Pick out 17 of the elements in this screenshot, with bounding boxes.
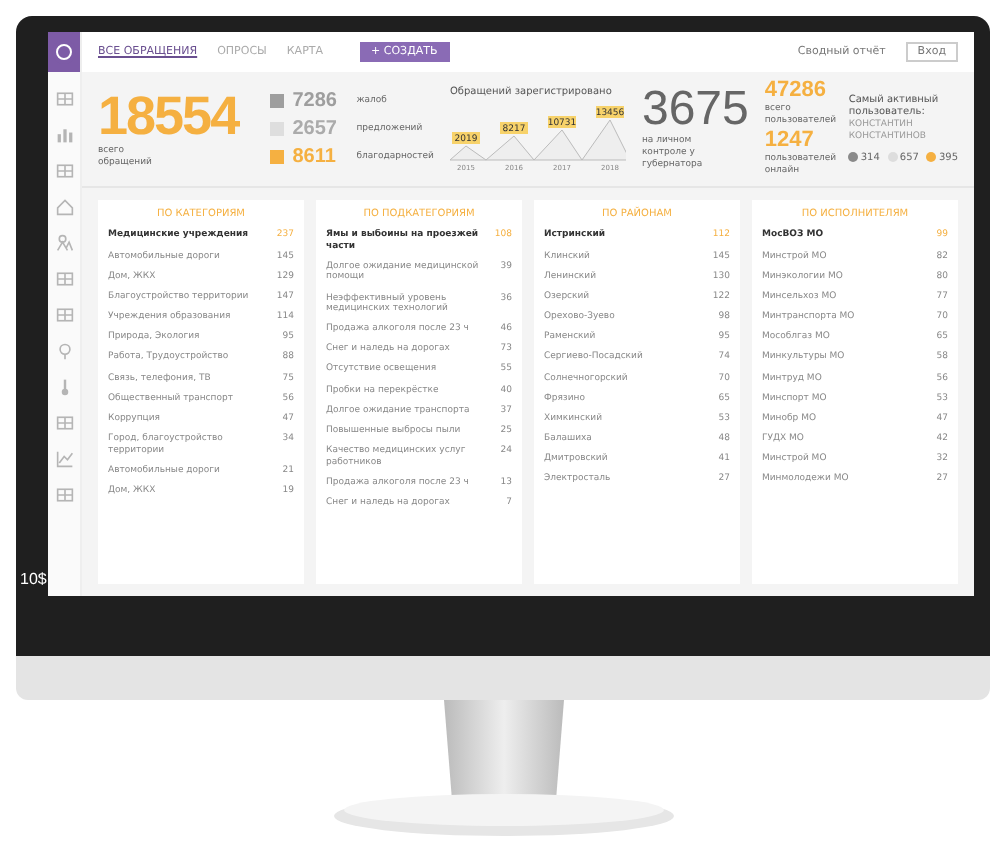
grid-icon[interactable] <box>55 414 73 432</box>
users-count: 47286 <box>764 80 828 103</box>
graph-icon[interactable] <box>55 450 73 468</box>
home-icon[interactable] <box>55 198 73 216</box>
grid-icon[interactable] <box>55 162 73 180</box>
legend-value: 7286 <box>292 90 339 112</box>
legend-value: 8611 <box>292 146 338 168</box>
bar-chart-icon[interactable] <box>55 126 73 144</box>
online-count: 1247 <box>764 130 816 152</box>
logo-icon[interactable] <box>52 40 76 64</box>
control-count: 3675 <box>641 86 749 135</box>
pin-icon[interactable] <box>55 342 73 360</box>
people-icon[interactable] <box>55 234 73 252</box>
legend-value: 2657 <box>292 118 339 140</box>
table-icon[interactable] <box>55 306 73 324</box>
corner-text: 10$ <box>20 570 47 588</box>
total-count: 18554 <box>98 89 239 144</box>
